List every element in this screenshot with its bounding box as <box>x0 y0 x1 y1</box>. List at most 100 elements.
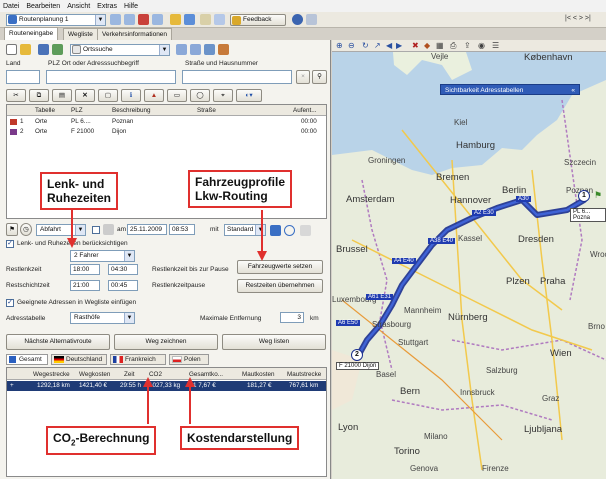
feedback-button[interactable]: Feedback <box>230 14 286 26</box>
col-gesamtkosten: Gesamtko... <box>189 371 223 378</box>
map-label: København <box>524 52 573 63</box>
new-icon[interactable] <box>6 44 17 55</box>
land-field[interactable] <box>6 70 40 84</box>
save-icon[interactable] <box>38 44 49 55</box>
drivers-select[interactable]: 2 Fahrer ▼ <box>70 250 135 262</box>
info-icon[interactable]: ℹ <box>121 89 141 102</box>
clock-icon[interactable]: ◷ <box>20 223 32 236</box>
sort-icon[interactable]: ◐▾ <box>236 89 262 102</box>
close-route-icon[interactable]: ✖ <box>412 41 419 50</box>
next-alternative-route-button[interactable]: Nächste Alternativroute <box>6 334 110 350</box>
route-select[interactable]: Routenplanung 1 ▼ <box>6 14 106 26</box>
address-table-select[interactable]: Rasthöfe ▼ <box>70 312 135 324</box>
country-tab-gesamt[interactable]: Gesamt <box>6 354 48 365</box>
rotate-icon[interactable]: ↻ <box>362 41 369 50</box>
date-field[interactable]: 25.11.2009 <box>127 224 167 235</box>
paste-icon[interactable]: ▤ <box>52 89 72 102</box>
forward-icon[interactable]: ▶ <box>396 41 402 50</box>
settings-icon[interactable] <box>306 14 317 25</box>
filter-icon[interactable] <box>190 44 201 55</box>
rest-checkbox[interactable]: ✓ <box>6 240 14 248</box>
tool-icon[interactable] <box>200 14 211 25</box>
open-icon[interactable] <box>20 44 31 55</box>
map-icon[interactable] <box>52 44 63 55</box>
menu-datei[interactable]: Datei <box>3 3 19 10</box>
reset-times-button[interactable]: Restzeiten übernehmen <box>237 279 323 293</box>
refresh-icon[interactable] <box>184 14 195 25</box>
country-tab-frankreich[interactable]: Frankreich <box>110 354 166 365</box>
folder-icon[interactable] <box>170 14 181 25</box>
copy-icon[interactable]: ⧉ <box>29 89 49 102</box>
clear-icon[interactable]: × <box>296 70 310 84</box>
restlenkzeit-field[interactable]: 18:00 <box>70 264 100 275</box>
max-distance-field[interactable]: 3 <box>280 312 304 323</box>
restlenkzeitpause-field[interactable]: 00:45 <box>108 280 138 291</box>
warning-icon[interactable]: ▲ <box>144 89 164 102</box>
table-row[interactable]: + 1292,18 km 1421,40 € 29:55 h 1027,33 k… <box>7 381 326 391</box>
expand-icon[interactable]: + <box>10 382 14 389</box>
binoculars-search-icon[interactable]: ⚲ <box>312 70 327 84</box>
edit-icon[interactable] <box>218 44 229 55</box>
departure-mode-select[interactable]: Abfahrt ▼ <box>36 224 86 236</box>
grid-icon[interactable]: ▦ <box>436 41 444 50</box>
restlenkzeit-pause-field[interactable]: 04:30 <box>108 264 138 275</box>
stop-icon[interactable]: ◯ <box>190 89 210 102</box>
refresh-profile-icon[interactable] <box>284 225 295 236</box>
start-pin[interactable]: 1 <box>578 190 590 202</box>
cut-icon[interactable]: ✂ <box>6 89 26 102</box>
time-field[interactable]: 08:53 <box>169 224 195 235</box>
date-checkbox[interactable] <box>92 226 100 234</box>
truck-profile-icon[interactable] <box>270 225 281 236</box>
list-view-icon[interactable]: ☰ <box>492 41 499 50</box>
tab-wegliste[interactable]: Wegliste <box>63 28 98 40</box>
help-icon[interactable] <box>292 14 303 25</box>
visibility-panel-header[interactable]: Sichtbarkeit Adresstabellen « <box>440 84 580 95</box>
pan-icon[interactable]: ↗ <box>374 41 381 50</box>
print-icon[interactable]: ⎙ <box>450 41 456 51</box>
zoom-in-icon[interactable]: ⊕ <box>336 41 343 50</box>
close-icon[interactable] <box>138 14 149 25</box>
search-icon[interactable] <box>214 14 225 25</box>
suitable-checkbox[interactable]: ✓ <box>6 299 14 307</box>
tab-routeneingabe[interactable]: Routeneingabe <box>4 27 59 40</box>
flag-toggle-icon[interactable]: ⚑ <box>6 223 18 236</box>
tab-verkehrsinformationen[interactable]: Verkehrsinformationen <box>97 28 173 40</box>
list-route-button[interactable]: Weg listen <box>222 334 326 350</box>
camera-icon[interactable]: ◉ <box>478 41 485 50</box>
delete-icon[interactable]: ✕ <box>75 89 95 102</box>
end-pin[interactable]: 2 <box>351 349 363 361</box>
layout-icon[interactable] <box>176 44 187 55</box>
collapse-icon[interactable]: « <box>571 85 575 96</box>
layers-icon[interactable]: ◆ <box>424 41 430 50</box>
draw-route-button[interactable]: Weg zeichnen <box>114 334 218 350</box>
binoculars-icon[interactable] <box>204 44 215 55</box>
map-canvas[interactable] <box>332 40 606 479</box>
window-nav-icon[interactable]: |< < > >| <box>565 15 591 22</box>
truck-icon[interactable]: ▭ <box>167 89 187 102</box>
plz-field[interactable] <box>46 70 176 84</box>
document-icon[interactable]: ▢ <box>98 89 118 102</box>
street-field[interactable] <box>182 70 292 84</box>
menu-ansicht[interactable]: Ansicht <box>67 3 90 10</box>
restschicht-field[interactable]: 21:00 <box>70 280 100 291</box>
calendar-icon[interactable] <box>103 224 114 235</box>
search-mode-select[interactable]: Ortssuche ▼ <box>70 44 170 56</box>
vehicle-profile-select[interactable]: Standard ▼ <box>224 224 266 236</box>
back-icon[interactable]: ◀ <box>386 41 392 50</box>
table-row[interactable]: 1 Orte PL 6.... Poznan 00:00 <box>7 117 326 127</box>
country-tab-polen[interactable]: Polen <box>169 354 209 365</box>
table-row[interactable]: 2 Orte F 21000 Dijon 00:00 <box>7 127 326 137</box>
pin-icon[interactable]: ⌖ <box>213 89 233 102</box>
more-icon[interactable] <box>300 225 311 236</box>
zoom-out-icon[interactable]: ⊖ <box>348 41 355 50</box>
set-vehicle-values-button[interactable]: Fahrzeugwerte setzen <box>237 260 323 274</box>
country-tab-deutschland[interactable]: Deutschland <box>51 354 107 365</box>
window-icon[interactable] <box>152 14 163 25</box>
menu-bearbeiten[interactable]: Bearbeiten <box>26 3 60 10</box>
menu-hilfe[interactable]: Hilfe <box>124 3 138 10</box>
menu-extras[interactable]: Extras <box>97 3 117 10</box>
export-icon[interactable]: ⇪ <box>464 41 471 50</box>
next-icon[interactable] <box>124 14 135 25</box>
map-view[interactable]: ⊕ ⊖ ↻ ↗ ◀ ▶ ✖ ◆ ▦ ⎙ ⇪ ◉ ☰ Sichtbarkeit A… <box>332 40 606 479</box>
prev-icon[interactable] <box>110 14 121 25</box>
